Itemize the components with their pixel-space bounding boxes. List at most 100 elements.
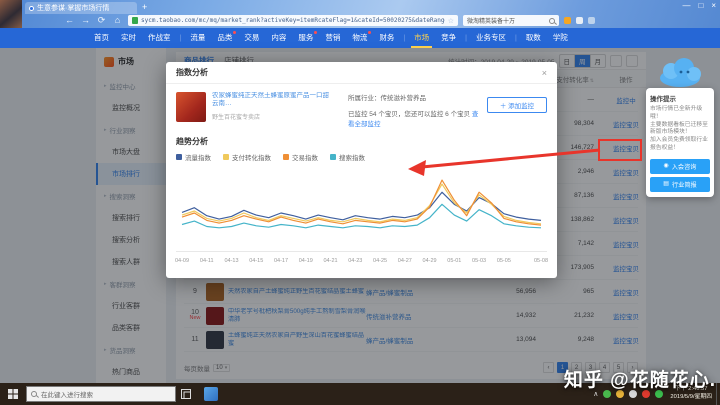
security-shield-icon (132, 17, 138, 24)
search-icon (31, 391, 37, 397)
assistant-line: 市场行情已全新升级哦！ (650, 106, 710, 122)
nav-item-流量[interactable]: 流量 (190, 28, 205, 48)
nav-item-物流[interactable]: 物流 (352, 28, 367, 48)
nav-separator: | (465, 35, 467, 42)
legend-label: 搜索指数 (339, 152, 365, 162)
close-icon[interactable]: × (542, 68, 547, 78)
nav-item-交易[interactable]: 交易 (244, 28, 259, 48)
nav-item-品类[interactable]: 品类 (217, 28, 232, 48)
extension-icon[interactable] (564, 17, 571, 24)
clock-date: 2019/5/9/星期四 (670, 394, 712, 402)
favicon (29, 6, 34, 11)
x-tick-label: 04-29 (418, 258, 442, 264)
close-button[interactable]: × (711, 0, 716, 12)
x-tick-label: 05-08 (529, 258, 553, 264)
refresh-icon[interactable]: ⟳ (96, 15, 107, 26)
notification-dot-icon (314, 31, 317, 34)
legend-item-支付转化指数[interactable]: 支付转化指数 (223, 152, 271, 162)
legend-label: 交易指数 (292, 152, 318, 162)
maximize-button[interactable]: □ (698, 0, 703, 12)
nav-item-服务[interactable]: 服务 (298, 28, 313, 48)
x-tick-label: 05-05 (492, 258, 516, 264)
monitor-status: 已监控 54 个宝贝，您还可以监控 6 个宝贝 查看全部监控 (348, 108, 481, 128)
legend-label: 流量指数 (185, 152, 211, 162)
home-icon[interactable]: ⌂ (112, 15, 123, 26)
browser-search-box[interactable]: 微淘精英装备十万 (463, 15, 559, 26)
x-tick-label: 04-25 (368, 258, 392, 264)
nav-item-市场[interactable]: 市场 (414, 28, 429, 48)
nav-item-竞争[interactable]: 竞争 (441, 28, 456, 48)
add-monitor-button[interactable]: ＋ 添加监控 (487, 97, 547, 113)
back-icon[interactable]: ← (64, 15, 75, 26)
menu-icon[interactable] (588, 17, 595, 24)
task-view-button[interactable] (176, 383, 196, 405)
url-text: sycm.taobao.com/mc/mq/market_rank?active… (141, 17, 445, 24)
minimize-button[interactable]: — (682, 0, 690, 12)
industry-label: 所属行业：传统滋补营养品 (348, 92, 481, 102)
legend-item-搜索指数[interactable]: 搜索指数 (330, 152, 365, 162)
window-controls: — □ × (682, 0, 716, 12)
report-icon: ▤ (663, 181, 669, 187)
taskbar-search-placeholder: 在此键入进行搜索 (41, 389, 93, 399)
nav-item-取数[interactable]: 取数 (526, 28, 541, 48)
browser-app-icon[interactable] (204, 387, 218, 401)
x-tick-label: 04-23 (343, 258, 367, 264)
start-button[interactable] (0, 383, 26, 405)
nav-item-作战室[interactable]: 作战室 (148, 28, 171, 48)
assistant-line: 加入会员免费领取行业报告权益！ (650, 137, 710, 153)
taskbar-search-box[interactable]: 在此键入进行搜索 (26, 386, 176, 402)
new-tab-button[interactable]: + (142, 2, 147, 12)
address-bar[interactable]: sycm.taobao.com/mc/mq/market_rank?active… (128, 15, 458, 26)
nav-item-业务专区[interactable]: 业务专区 (476, 28, 506, 48)
browser-toolbar: ← → ⟳ ⌂ sycm.taobao.com/mc/mq/market_ran… (0, 13, 720, 28)
watermark: 知乎 @花随花心. (564, 365, 716, 392)
product-title-link[interactable]: 农家蜂蜜纯正天然土蜂蜜原蜜产品一口甜云南… (212, 92, 330, 109)
assistant-title: 操作提示 (650, 93, 710, 103)
x-tick-label: 04-27 (393, 258, 417, 264)
show-desktop-button[interactable] (716, 383, 720, 405)
search-icon[interactable] (549, 18, 555, 24)
nav-item-实时[interactable]: 实时 (121, 28, 136, 48)
nav-item-财务[interactable]: 财务 (379, 28, 394, 48)
series-支付转化指数 (182, 184, 541, 224)
highlight-red-box (598, 139, 642, 161)
legend-item-交易指数[interactable]: 交易指数 (283, 152, 318, 162)
x-tick-label: 04-13 (220, 258, 244, 264)
nav-item-营销[interactable]: 营销 (325, 28, 340, 48)
person-icon: ◉ (664, 163, 669, 169)
x-tick-label: 04-09 (170, 258, 194, 264)
modal-header: 指数分析 × (166, 62, 557, 84)
nav-item-首页[interactable]: 首页 (94, 28, 109, 48)
nav-item-内容[interactable]: 内容 (271, 28, 286, 48)
forward-icon[interactable]: → (80, 15, 91, 26)
legend-swatch (223, 154, 229, 160)
bookmark-star-icon[interactable]: ☆ (448, 17, 454, 25)
x-tick-label: 05-03 (467, 258, 491, 264)
assistant-lines: 市场行情已全新升级哦！主要数据看板已迁移至新版市场模块！加入会员免费领取行业报告… (650, 106, 710, 153)
x-tick-label: 04-15 (244, 258, 268, 264)
download-icon[interactable] (576, 17, 583, 24)
notification-dot-icon (233, 31, 236, 34)
index-analysis-modal: 指数分析 × 农家蜂蜜纯正天然土蜂蜜原蜜产品一口甜云南… 野生百花蜜专卖店 所属… (166, 62, 557, 278)
series-交易指数 (182, 180, 541, 225)
x-tick-label: 04-19 (294, 258, 318, 264)
mascot-cloud-icon (657, 58, 703, 88)
trend-section-title: 趋势分析 (166, 132, 557, 149)
product-shop: 野生百花蜜专卖店 (212, 112, 330, 121)
x-tick-label: 04-11 (195, 258, 219, 264)
legend-swatch (176, 154, 182, 160)
browser-titlebar: 生意参谋·掌握市场行情 + — □ × ← → ⟳ ⌂ sycm.taobao.… (0, 0, 720, 28)
x-tick-label: 05-01 (442, 258, 466, 264)
nav-separator: | (515, 35, 517, 42)
assistant-button-行业简报[interactable]: ▤行业简报 (650, 177, 710, 192)
legend-item-流量指数[interactable]: 流量指数 (176, 152, 211, 162)
tab-title: 生意参谋·掌握市场行情 (37, 3, 109, 13)
nav-items: 首页实时作战室|流量品类交易内容服务营销物流财务|市场竞争|业务专区|取数学院 (88, 28, 574, 48)
nav-item-学院[interactable]: 学院 (553, 28, 568, 48)
assistant-button-入会咨询[interactable]: ◉入会咨询 (650, 159, 710, 174)
product-info: 所属行业：传统滋补营养品 已监控 54 个宝贝，您还可以监控 6 个宝贝 查看全… (336, 92, 481, 128)
monitor-text: 已监控 54 个宝贝，您还可以监控 6 个宝贝 (348, 111, 472, 118)
chart-legend: 流量指数 支付转化指数 交易指数 搜索指数 (166, 149, 557, 164)
x-tick-label: 04-17 (269, 258, 293, 264)
product-thumbnail (176, 92, 206, 122)
